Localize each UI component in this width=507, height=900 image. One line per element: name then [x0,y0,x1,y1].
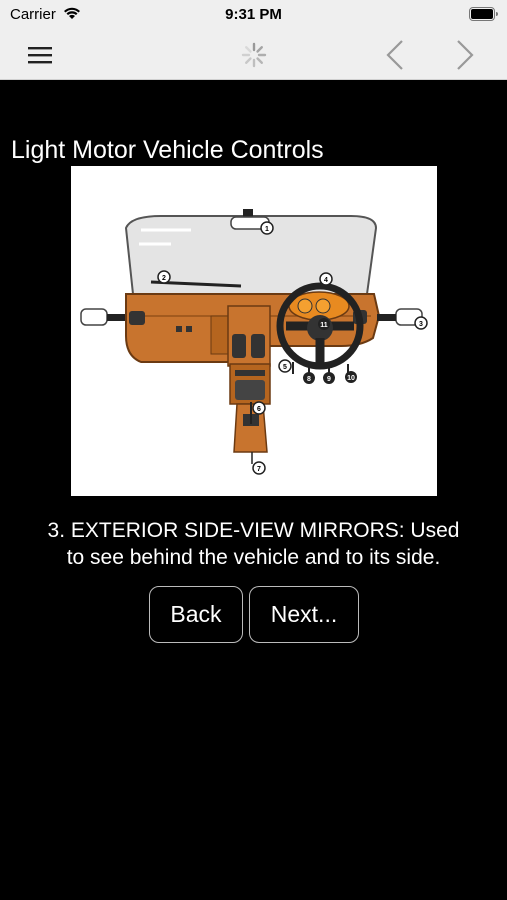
page-title: Light Motor Vehicle Controls [11,136,324,164]
forward-arrow-icon[interactable] [450,30,480,79]
svg-text:11: 11 [320,322,328,329]
next-button[interactable]: Next... [249,586,359,643]
navigation-bar [0,30,507,80]
description-line-1: 3. EXTERIOR SIDE-VIEW MIRRORS: Used [47,519,460,542]
control-description: 3. EXTERIOR SIDE-VIEW MIRRORS: Used to s… [0,517,507,571]
back-arrow-icon[interactable] [380,30,410,79]
dashboard-diagram: 1 2 4 3 5 6 7 8 9 10 11 [71,166,437,496]
status-bar: Carrier 9:31 PM [0,0,507,30]
svg-text:6: 6 [257,406,261,413]
svg-text:1: 1 [265,226,269,233]
description-line-2: to see behind the vehicle and to its sid… [66,546,441,569]
back-button[interactable]: Back [149,586,243,643]
svg-text:3: 3 [419,321,423,328]
status-time: 9:31 PM [225,6,282,23]
battery-icon [469,7,498,21]
svg-text:9: 9 [327,376,331,383]
svg-text:2: 2 [162,275,166,282]
svg-text:8: 8 [307,376,311,383]
svg-text:4: 4 [324,277,328,284]
loading-spinner-icon [237,30,271,79]
hamburger-menu-icon[interactable] [22,30,58,79]
svg-text:7: 7 [257,466,261,473]
svg-text:5: 5 [283,364,287,371]
svg-text:10: 10 [347,375,355,382]
